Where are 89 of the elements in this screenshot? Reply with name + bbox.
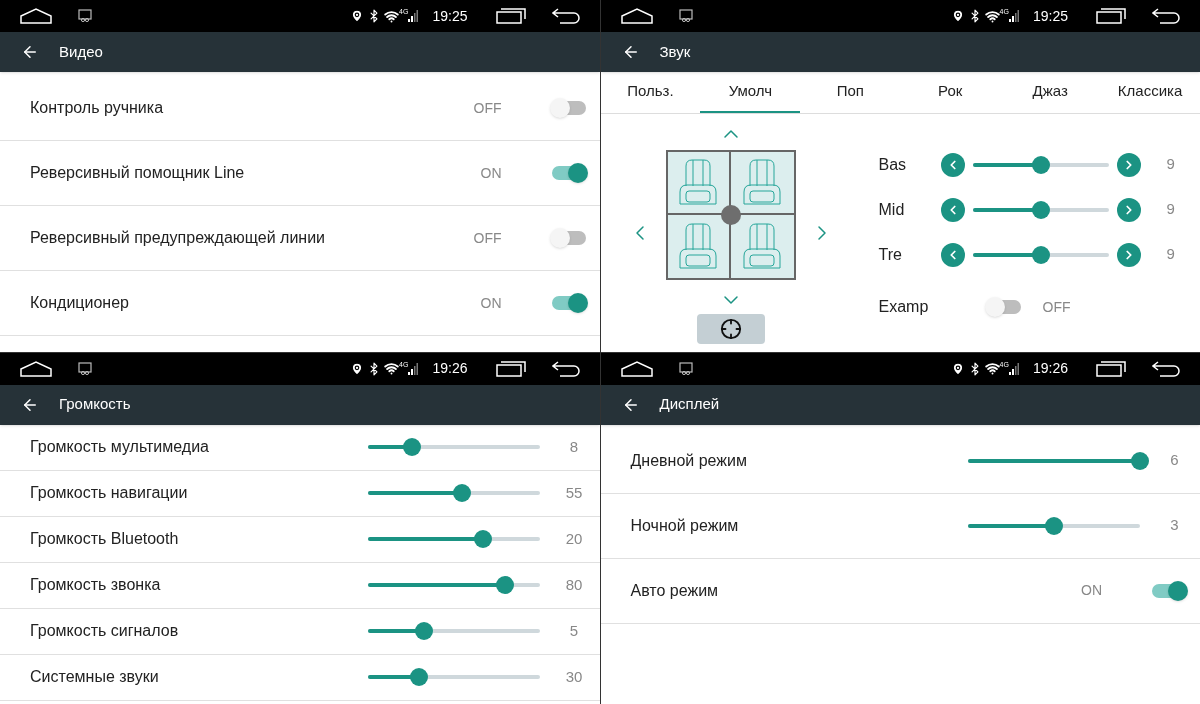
- screen-title: Дисплей: [659, 394, 720, 415]
- toggle-state: ON: [480, 163, 502, 183]
- clock: 19:25: [1032, 6, 1068, 26]
- clock: 19:26: [432, 359, 468, 378]
- home-icon[interactable]: [620, 8, 653, 24]
- screenshot-icon: [678, 361, 693, 376]
- location-icon: [950, 361, 965, 376]
- setting-value: 80: [564, 574, 584, 595]
- signal-icon: [408, 10, 419, 22]
- setting-label: Ночной режим: [630, 515, 740, 536]
- target-icon: [719, 317, 742, 340]
- wifi-icon: [384, 8, 400, 24]
- toggle-switch[interactable]: [1150, 580, 1188, 601]
- screen-title: Звук: [659, 41, 691, 62]
- setting-value: 30: [564, 666, 584, 687]
- band-value: 9: [1166, 244, 1175, 265]
- setting-label: Громкость звонка: [30, 575, 162, 595]
- screenshot-icon: [78, 9, 92, 23]
- setting-label: Громкость навигации: [30, 483, 189, 503]
- toggle-switch[interactable]: [549, 98, 588, 118]
- wifi-icon: [384, 361, 400, 376]
- toggle-state: ON: [480, 293, 502, 313]
- reset-balance-button[interactable]: [696, 313, 765, 344]
- screen-title: Видео: [59, 41, 103, 62]
- setting-label: Громкость Bluetooth: [30, 529, 180, 549]
- setting-label: Громкость сигналов: [30, 621, 180, 641]
- back-icon[interactable]: [551, 8, 580, 24]
- setting-label: Дневной режим: [630, 450, 748, 471]
- decrease-button[interactable]: [940, 197, 965, 222]
- band-label: Tre: [878, 244, 903, 265]
- location-icon: [350, 361, 365, 376]
- back-icon[interactable]: [551, 360, 580, 377]
- signal-icon: [1008, 10, 1019, 22]
- back-icon[interactable]: [1152, 360, 1180, 377]
- setting-label: Реверсивный предупреждающей линии: [30, 228, 327, 248]
- location-icon: [350, 9, 365, 23]
- setting-value: 8: [568, 436, 580, 457]
- wifi-icon: [984, 361, 1000, 376]
- setting-label: Громкость мультимедиа: [30, 437, 210, 457]
- recent-apps-icon[interactable]: [495, 8, 526, 24]
- preset-tab[interactable]: Польз.: [600, 72, 701, 113]
- toggle-state: ON: [1081, 581, 1102, 600]
- home-icon[interactable]: [620, 360, 653, 377]
- home-icon[interactable]: [20, 360, 52, 377]
- screenshot-icon: [678, 9, 693, 23]
- screen-title: Громкость: [59, 394, 131, 415]
- setting-label: Реверсивный помощник Line: [30, 163, 246, 183]
- setting-value: 6: [1169, 450, 1180, 471]
- preset-tab[interactable]: Рок: [900, 72, 1001, 113]
- setting-label: Контроль ручника: [30, 98, 165, 118]
- setting-value: 3: [1169, 515, 1180, 536]
- setting-label: Системные звуки: [30, 667, 160, 687]
- recent-apps-icon[interactable]: [1096, 360, 1126, 377]
- signal-icon: [1008, 362, 1019, 375]
- recent-apps-icon[interactable]: [495, 360, 526, 377]
- toggle-switch[interactable]: [549, 228, 588, 248]
- band-value: 9: [1166, 154, 1175, 175]
- decrease-button[interactable]: [940, 152, 965, 177]
- toggle-switch[interactable]: [984, 297, 1023, 317]
- decrease-button[interactable]: [940, 242, 965, 267]
- setting-value: 20: [564, 528, 584, 549]
- band-label: Mid: [878, 199, 906, 220]
- toggle-state: OFF: [1042, 297, 1071, 317]
- balance-handle[interactable]: [720, 204, 741, 225]
- signal-icon: [408, 362, 419, 375]
- preset-tab[interactable]: Умолч: [700, 72, 801, 113]
- increase-button[interactable]: [1116, 242, 1141, 267]
- setting-label: Кондиционер: [30, 293, 130, 313]
- increase-button[interactable]: [1116, 197, 1141, 222]
- clock: 19:25: [432, 6, 468, 26]
- preset-tab[interactable]: Джаз: [1000, 72, 1101, 113]
- toggle-state: OFF: [473, 228, 502, 248]
- recent-apps-icon[interactable]: [1096, 8, 1126, 24]
- examp-label: Examp: [878, 297, 930, 317]
- back-icon[interactable]: [1152, 8, 1180, 24]
- band-value: 9: [1166, 199, 1175, 220]
- clock: 19:26: [1032, 359, 1068, 378]
- increase-button[interactable]: [1116, 152, 1141, 177]
- setting-label: Авто режим: [630, 580, 720, 601]
- screenshot-icon: [78, 361, 92, 376]
- home-icon[interactable]: [20, 8, 52, 24]
- band-label: Bas: [878, 154, 908, 175]
- setting-value: 55: [564, 482, 584, 503]
- location-icon: [950, 9, 965, 23]
- preset-tab[interactable]: Поп: [800, 72, 901, 113]
- preset-tab[interactable]: Классика: [1100, 72, 1200, 113]
- setting-value: 5: [568, 620, 580, 641]
- toggle-state: OFF: [473, 98, 502, 118]
- wifi-icon: [984, 8, 1000, 24]
